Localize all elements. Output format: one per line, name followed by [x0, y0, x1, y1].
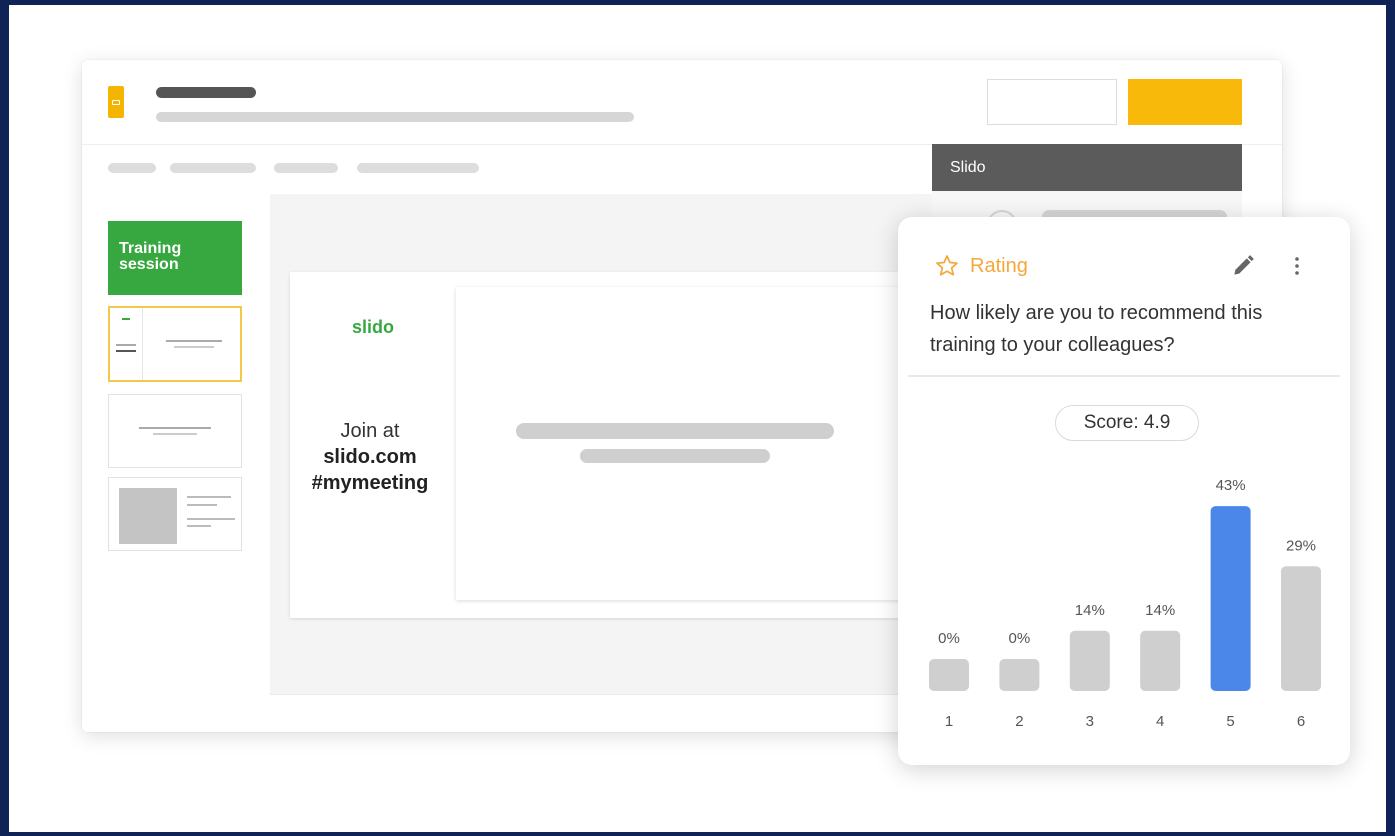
menu-item-placeholder[interactable]	[108, 163, 156, 173]
rating-bar-5	[1210, 506, 1251, 691]
join-url: slido.com	[323, 446, 417, 468]
rating-category-label: 3	[1086, 713, 1094, 730]
slide-thumbnail-4[interactable]	[108, 477, 242, 551]
rating-bar-chart: 0% 1 0% 2 14% 3 14% 4 43% 5 29% 6	[929, 477, 1321, 730]
share-button-placeholder[interactable]	[987, 79, 1117, 125]
bar-value-label: 29%	[1286, 537, 1316, 554]
slido-panel-header: Slido	[932, 144, 1242, 191]
join-label: Join at	[340, 420, 400, 442]
rating-category-label: 6	[1297, 713, 1305, 730]
slide-thumbnail-1[interactable]: Training session	[108, 221, 242, 295]
join-instructions: Join at slido.com #mymeeting	[292, 418, 448, 496]
bar-value-label: 14%	[1145, 602, 1175, 619]
content-line-placeholder	[580, 449, 770, 463]
rating-category-label: 2	[1015, 713, 1023, 730]
bar-value-label: 0%	[938, 630, 960, 647]
join-code: #mymeeting	[311, 472, 429, 494]
slide-thumbnail-2[interactable]	[108, 306, 242, 382]
rating-category-label: 4	[1156, 713, 1164, 730]
rating-category-label: 1	[945, 713, 953, 730]
document-subtitle-placeholder	[156, 112, 634, 122]
slide-thumbnail-title: Training session	[119, 240, 182, 273]
rating-bar-6	[1281, 566, 1321, 691]
slido-logo: slido	[352, 317, 395, 337]
current-slide[interactable]: slido Join at slido.com #mymeeting	[290, 272, 916, 618]
rating-bar-4	[1140, 630, 1181, 691]
rating-bar-2	[999, 659, 1040, 691]
rating-category-label: 5	[1226, 713, 1234, 730]
menu-item-placeholder[interactable]	[357, 163, 479, 173]
speaker-notes-area[interactable]	[270, 694, 932, 732]
slides-doc-icon	[108, 86, 124, 118]
slides-sidebar: Training session	[82, 194, 271, 732]
slide-thumbnail-3[interactable]	[108, 394, 242, 468]
slide-content-placeholder	[456, 287, 916, 600]
bar-value-label: 14%	[1075, 602, 1105, 619]
rating-bar-1	[929, 659, 969, 691]
menu-item-placeholder[interactable]	[274, 163, 338, 173]
rating-poll-card: Rating How likely are you to recommend t…	[898, 217, 1350, 765]
rating-bar-3	[1069, 630, 1110, 691]
bar-value-label: 0%	[1009, 630, 1031, 647]
document-title-placeholder	[156, 87, 256, 98]
present-button[interactable]	[1128, 79, 1242, 125]
menu-item-placeholder[interactable]	[170, 163, 256, 173]
bar-value-label: 43%	[1216, 477, 1246, 494]
content-line-placeholder	[516, 423, 834, 439]
